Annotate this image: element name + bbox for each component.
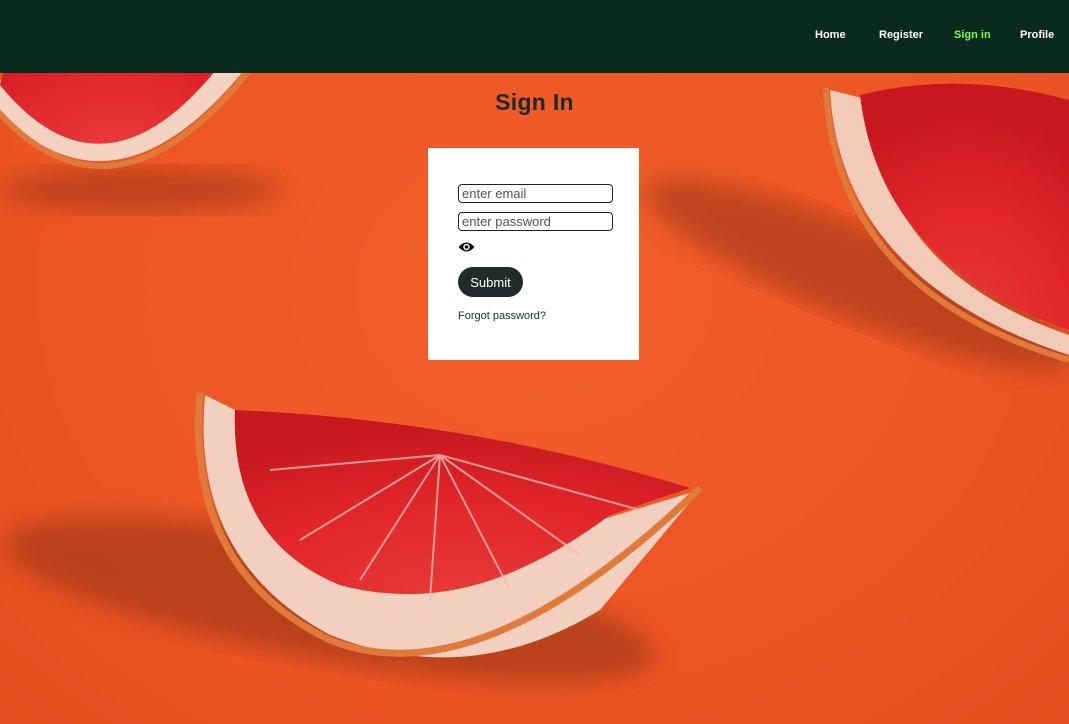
email-field[interactable] bbox=[458, 184, 613, 203]
nav-home[interactable]: Home bbox=[815, 29, 846, 41]
nav-profile[interactable]: Profile bbox=[1020, 29, 1054, 41]
submit-button[interactable]: Submit bbox=[458, 267, 523, 297]
nav-sign-in[interactable]: Sign in bbox=[954, 29, 991, 41]
top-navbar: Home Register Sign in Profile bbox=[0, 0, 1069, 73]
forgot-password-link[interactable]: Forgot password? bbox=[458, 310, 546, 322]
nav-register[interactable]: Register bbox=[879, 29, 923, 41]
sign-in-form: Submit Forgot password? bbox=[428, 148, 639, 360]
eye-icon[interactable] bbox=[458, 240, 475, 252]
password-field[interactable] bbox=[458, 212, 613, 231]
page-title: Sign In bbox=[495, 89, 574, 116]
